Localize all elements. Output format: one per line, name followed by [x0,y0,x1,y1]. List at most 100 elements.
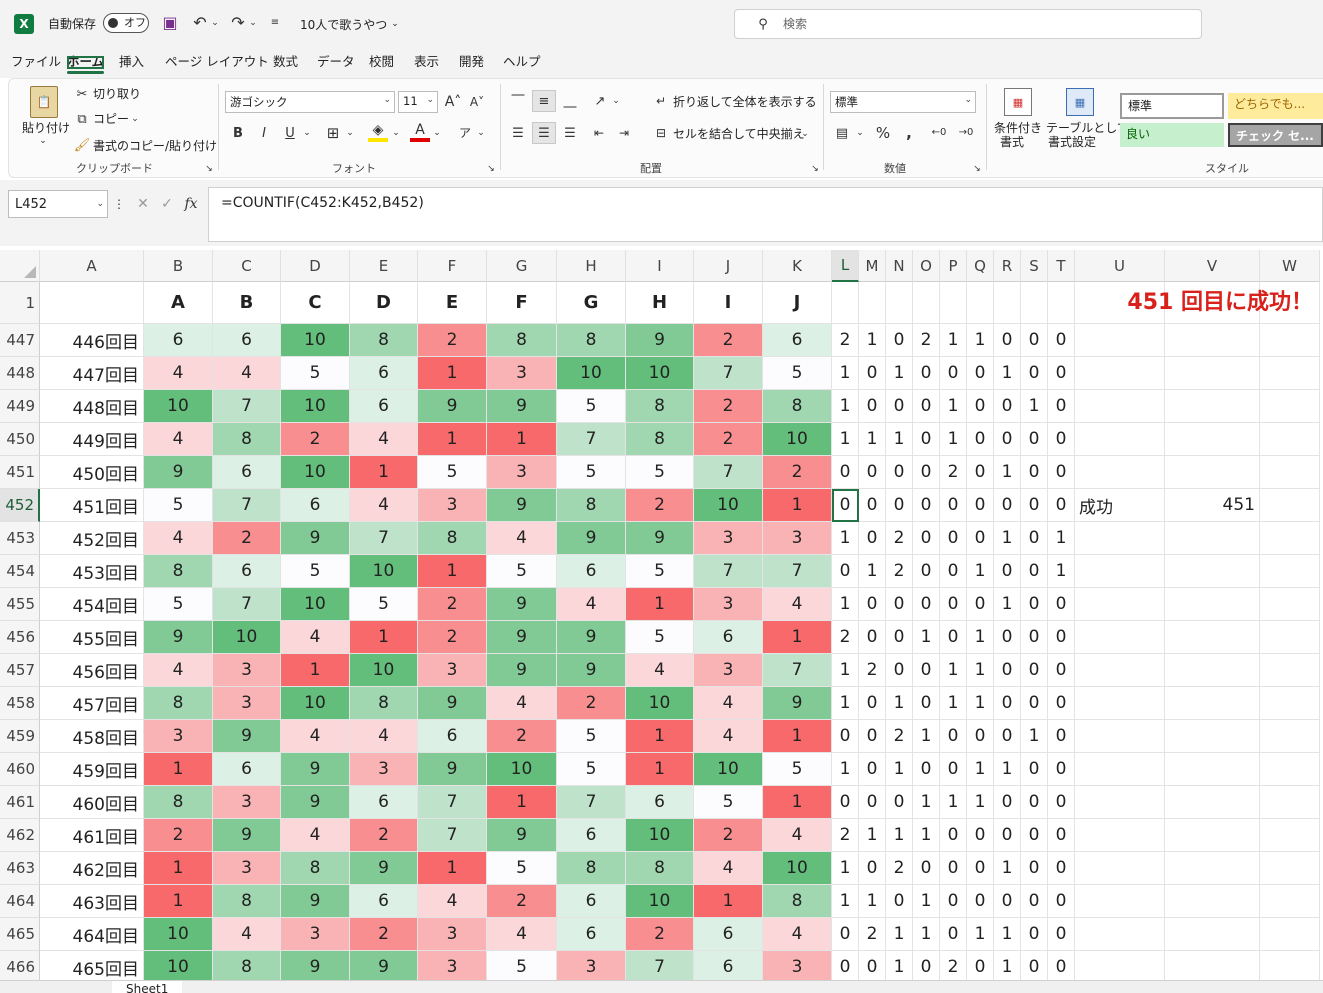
status-cell[interactable] [1075,885,1165,918]
merge-dropdown-icon[interactable]: ⌄ [800,128,810,140]
count-cell[interactable]: 0 [967,852,994,885]
count-cell[interactable]: 0 [913,357,940,390]
count-cell[interactable]: 1 [913,720,940,753]
score-cell[interactable]: 6 [281,489,350,522]
score-cell[interactable]: 8 [213,885,281,918]
count-cell[interactable]: 2 [859,654,886,687]
enter-icon[interactable]: ✓ [158,194,176,214]
score-cell[interactable]: 10 [487,753,557,786]
column-header-v[interactable]: V [1165,250,1260,282]
autosave-toggle[interactable]: オフ [103,13,149,33]
score-cell[interactable]: 1 [694,885,763,918]
count-cell[interactable]: 0 [886,456,913,489]
score-cell[interactable]: 8 [763,390,832,423]
player-header[interactable]: B [213,282,281,324]
conditional-format-button[interactable]: ▦ 条件付き 書式 [992,86,1044,152]
align-top-icon[interactable]: ⎺ [508,92,528,110]
status-cell[interactable] [1075,687,1165,720]
count-cell[interactable]: 2 [832,324,859,357]
score-cell[interactable]: 1 [144,852,213,885]
score-cell[interactable]: 8 [281,852,350,885]
font-color-icon[interactable]: A [410,122,430,142]
count-cell[interactable]: 1 [967,786,994,819]
count-cell[interactable]: 0 [913,555,940,588]
score-cell[interactable]: 10 [626,819,694,852]
round-label[interactable]: 450回目 [40,456,144,489]
score-cell[interactable]: 10 [626,357,694,390]
count-cell[interactable]: 0 [913,588,940,621]
score-cell[interactable]: 5 [281,555,350,588]
row-header[interactable]: 453 [0,522,40,555]
increase-font-icon[interactable]: A˄ [444,92,462,112]
cell[interactable] [1260,654,1320,687]
count-cell[interactable]: 0 [940,819,967,852]
score-cell[interactable]: 4 [281,720,350,753]
cell[interactable] [1260,588,1320,621]
column-header-u[interactable]: U [1075,250,1165,282]
row-header[interactable]: 465 [0,918,40,951]
score-cell[interactable]: 4 [144,522,213,555]
row-header[interactable]: 451 [0,456,40,489]
round-label[interactable]: 453回目 [40,555,144,588]
count-cell[interactable]: 0 [994,885,1021,918]
bold-icon[interactable]: B [230,124,246,142]
score-cell[interactable]: 5 [626,456,694,489]
count-cell[interactable]: 1 [886,918,913,951]
column-header-i[interactable]: I [626,250,694,282]
score-cell[interactable]: 4 [487,522,557,555]
count-cell[interactable]: 0 [1048,786,1075,819]
score-cell[interactable]: 3 [763,522,832,555]
score-cell[interactable]: 5 [557,390,626,423]
status-cell[interactable] [1075,852,1165,885]
row-header[interactable]: 459 [0,720,40,753]
alignment-launcher-icon[interactable]: ↘ [810,164,820,174]
count-cell[interactable]: 0 [859,357,886,390]
score-cell[interactable]: 10 [281,390,350,423]
accounting-dropdown-icon[interactable]: ⌄ [855,126,865,140]
more-options-icon[interactable]: ⋮ [113,194,125,214]
style-normal[interactable]: 標準 [1120,93,1224,119]
tab-file[interactable]: ファイル [11,55,61,69]
count-cell[interactable]: 1 [832,588,859,621]
row-header[interactable]: 458 [0,687,40,720]
count-cell[interactable]: 0 [859,588,886,621]
comma-style-icon[interactable]: , [902,124,916,142]
score-cell[interactable]: 6 [418,720,487,753]
score-cell[interactable]: 8 [763,885,832,918]
count-cell[interactable]: 1 [859,885,886,918]
score-cell[interactable]: 2 [694,423,763,456]
border-dropdown-icon[interactable]: ⌄ [345,126,355,140]
score-cell[interactable]: 5 [350,588,418,621]
score-cell[interactable]: 7 [763,654,832,687]
result-cell[interactable] [1165,621,1260,654]
status-cell[interactable] [1075,720,1165,753]
column-header-h[interactable]: H [557,250,626,282]
result-cell[interactable] [1165,786,1260,819]
score-cell[interactable]: 8 [557,324,626,357]
score-cell[interactable]: 1 [418,555,487,588]
score-cell[interactable]: 4 [144,357,213,390]
score-cell[interactable]: 3 [487,357,557,390]
result-cell[interactable] [1165,390,1260,423]
score-cell[interactable]: 7 [557,423,626,456]
fill-color-icon[interactable]: ◈ [368,122,388,142]
score-cell[interactable]: 5 [487,852,557,885]
score-cell[interactable]: 9 [281,885,350,918]
count-cell[interactable]: 1 [940,324,967,357]
cell[interactable] [1260,852,1320,885]
count-cell[interactable]: 0 [940,918,967,951]
cell[interactable] [1260,489,1320,522]
score-cell[interactable]: 4 [350,423,418,456]
count-cell[interactable]: 0 [1021,918,1048,951]
count-cell[interactable]: 0 [1021,852,1048,885]
column-header-s[interactable]: S [1021,250,1048,282]
style-neutral[interactable]: どちらでも... [1228,93,1323,119]
score-cell[interactable]: 5 [557,456,626,489]
result-cell[interactable] [1165,456,1260,489]
score-cell[interactable]: 3 [694,522,763,555]
score-cell[interactable]: 10 [281,456,350,489]
score-cell[interactable]: 7 [418,819,487,852]
round-label[interactable]: 455回目 [40,621,144,654]
score-cell[interactable]: 4 [694,720,763,753]
count-cell[interactable]: 1 [940,786,967,819]
